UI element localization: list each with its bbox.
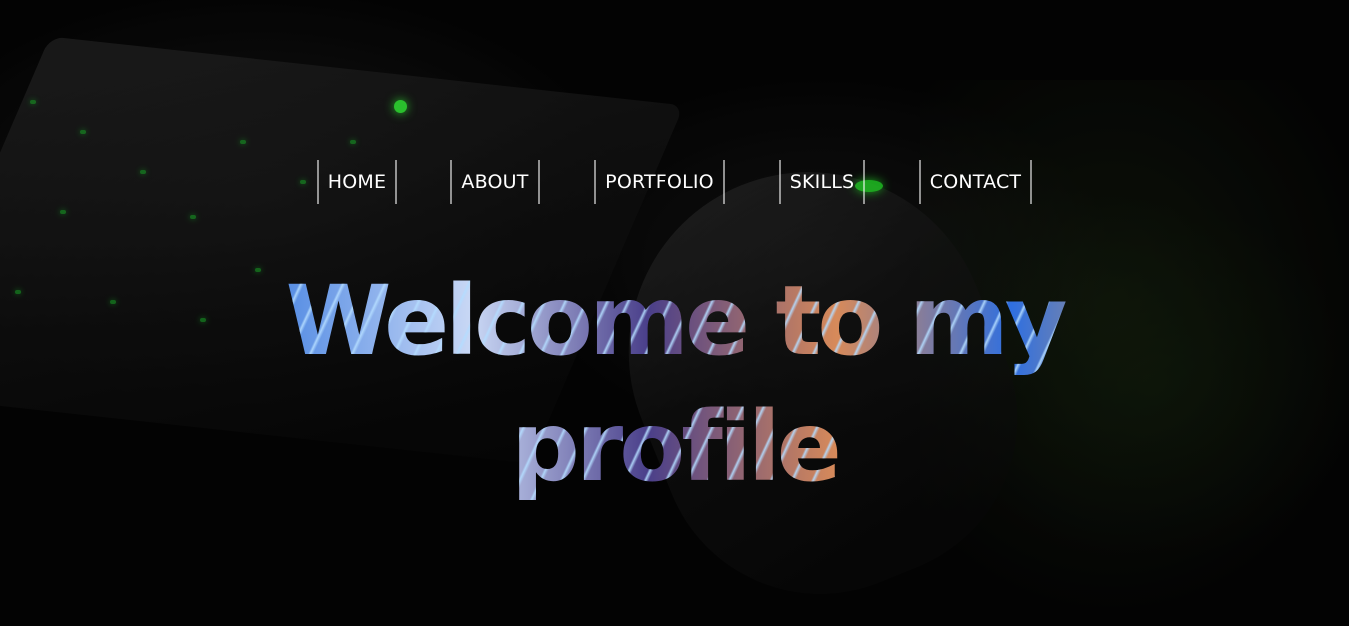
main-navigation: HOME ABOUT PORTFOLIO SKILLS CONTACT: [0, 160, 1349, 204]
nav-item-home[interactable]: HOME: [317, 160, 397, 204]
nav-item-portfolio[interactable]: PORTFOLIO: [594, 160, 725, 204]
nav-item-about[interactable]: ABOUT: [450, 160, 540, 204]
nav-item-skills[interactable]: SKILLS: [779, 160, 865, 204]
hero-heading-line2: profile: [0, 388, 1349, 506]
nav-item-contact[interactable]: CONTACT: [919, 160, 1032, 204]
hero-heading-line1: Welcome to my: [0, 262, 1349, 380]
hero-section: HOME ABOUT PORTFOLIO SKILLS CONTACT Welc…: [0, 0, 1349, 626]
hero-heading: Welcome to my profile: [0, 262, 1349, 506]
